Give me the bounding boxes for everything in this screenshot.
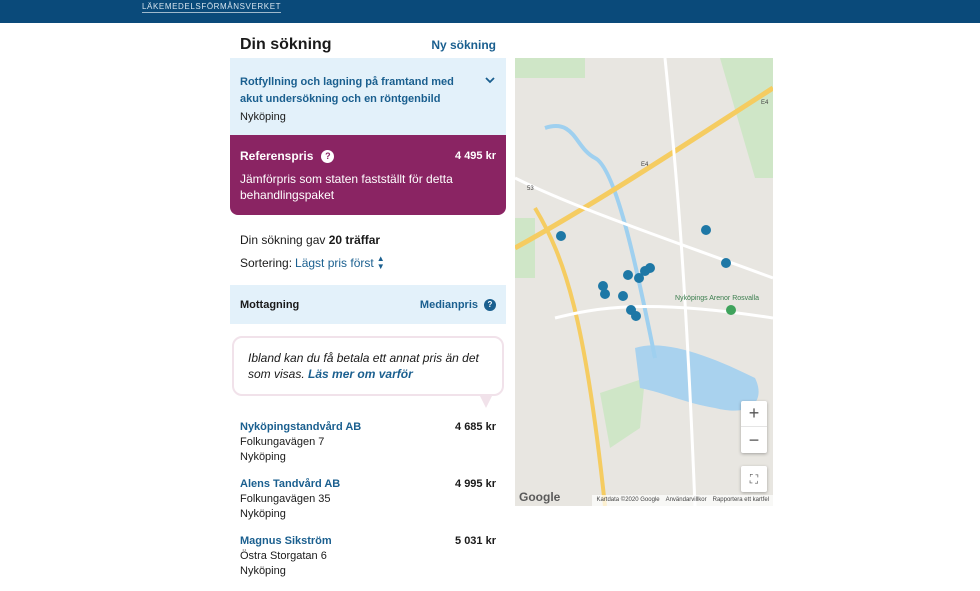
results-summary: Din sökning gav 20 träffar Sortering: Lä… bbox=[230, 215, 506, 271]
clinic-street: Folkungavägen 35 bbox=[240, 493, 331, 505]
map-attribution: Kartdata ©2020 Google bbox=[596, 497, 660, 503]
location-text: Nyköping bbox=[240, 111, 286, 123]
map-canvas[interactable]: Nyköpings Arenor Rosvalla E4 53 E4 bbox=[515, 58, 773, 506]
google-logo: Google bbox=[519, 490, 561, 504]
clinic-name[interactable]: Magnus Sikström bbox=[240, 534, 332, 549]
reference-price: 4 495 kr bbox=[455, 150, 496, 162]
clinic-list: Nyköpingstandvård AB 4 685 kr Folkungaväg… bbox=[230, 420, 506, 579]
results-prefix: Din sökning gav bbox=[240, 233, 326, 247]
road-label-e4: E4 bbox=[641, 162, 649, 168]
clinic-city: Nyköping bbox=[240, 565, 286, 577]
list-item[interactable]: Nyköpingstandvård AB 4 685 kr Folkungaväg… bbox=[230, 420, 506, 465]
results-count: 20 träffar bbox=[328, 233, 381, 247]
help-icon[interactable]: ? bbox=[321, 149, 335, 163]
clinic-city: Nyköping bbox=[240, 508, 286, 520]
help-icon[interactable]: ? bbox=[484, 298, 496, 311]
clinic-city: Nyköping bbox=[240, 451, 286, 463]
sort-arrows-icon[interactable]: ▲ ▼ bbox=[377, 255, 385, 271]
map[interactable]: Nyköpings Arenor Rosvalla E4 53 E4 + − ⛶… bbox=[515, 58, 773, 506]
chevron-down-icon[interactable] bbox=[484, 74, 496, 86]
clinic-price: 5 031 kr bbox=[455, 535, 496, 547]
sort-control[interactable]: Sortering: Lägst pris först ▲ ▼ bbox=[240, 255, 496, 271]
sort-value[interactable]: Lägst pris först bbox=[295, 256, 374, 270]
page-title: Din sökning bbox=[240, 36, 332, 53]
clinic-street: Folkungavägen 7 bbox=[240, 436, 325, 448]
zoom-in-button[interactable]: + bbox=[741, 401, 767, 427]
road-label-53: 53 bbox=[527, 186, 534, 192]
place-label-arena: Nyköpings Arenor Rosvalla bbox=[675, 295, 759, 302]
brand-logo[interactable]: LÄKEMEDELSFÖRMÅNSVERKET bbox=[142, 2, 282, 13]
sort-label: Sortering: bbox=[240, 256, 293, 270]
clinic-name[interactable]: Nyköpingstandvård AB bbox=[240, 420, 361, 435]
read-more-link[interactable]: Läs mer om varför bbox=[308, 367, 413, 381]
list-item[interactable]: Magnus Sikström 5 031 kr Östra Storgatan … bbox=[230, 534, 506, 579]
zoom-out-button[interactable]: − bbox=[741, 427, 767, 453]
new-search-link[interactable]: Ny sökning bbox=[431, 38, 496, 52]
results-panel: Din sökning Ny sökning Rotfyllning och l… bbox=[230, 36, 506, 591]
search-summary[interactable]: Rotfyllning och lagning på framtand med … bbox=[230, 58, 506, 135]
reference-price-box: Referenspris? 4 495 kr Jämförpris som st… bbox=[230, 135, 506, 215]
road-label-e4-b: E4 bbox=[761, 100, 769, 106]
clinic-price: 4 685 kr bbox=[455, 421, 496, 433]
terms-link[interactable]: Användarvillkor bbox=[666, 497, 707, 504]
treatment-title: Rotfyllning och lagning på framtand med … bbox=[240, 76, 454, 105]
price-notice: Ibland kan du få betala ett annat pris ä… bbox=[232, 336, 504, 408]
clinic-street: Östra Storgatan 6 bbox=[240, 550, 327, 562]
zoom-control: + − bbox=[741, 401, 767, 453]
fullscreen-button[interactable]: ⛶ bbox=[741, 466, 767, 492]
report-error-link[interactable]: Rapportera ett kartfel bbox=[713, 497, 769, 504]
clinic-name[interactable]: Alens Tandvård AB bbox=[240, 477, 340, 492]
reference-description: Jämförpris som staten fastställt för det… bbox=[240, 172, 453, 202]
column-clinic: Mottagning bbox=[240, 298, 300, 311]
clinic-price: 4 995 kr bbox=[455, 478, 496, 490]
reference-label: Referenspris bbox=[240, 149, 314, 163]
search-header: Din sökning Ny sökning bbox=[230, 36, 506, 58]
list-item[interactable]: Alens Tandvård AB 4 995 kr Folkungavägen … bbox=[230, 477, 506, 522]
map-footer: Kartdata ©2020 Google Användarvillkor Ra… bbox=[592, 495, 773, 506]
column-header: Mottagning Medianpris? bbox=[230, 285, 506, 324]
column-median[interactable]: Medianpris bbox=[420, 299, 478, 311]
top-bar: LÄKEMEDELSFÖRMÅNSVERKET bbox=[0, 0, 980, 23]
